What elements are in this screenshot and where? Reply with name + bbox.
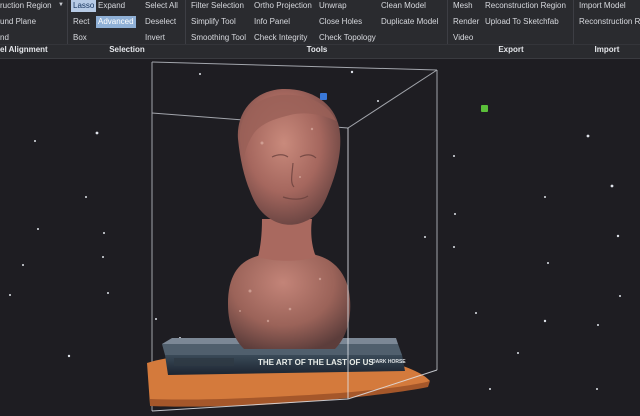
book-publisher-text: DARK HORSE — [372, 359, 406, 365]
group-export: Mesh Render Video Reconstruction Region … — [448, 0, 574, 58]
group-label-selection: Selection — [109, 45, 145, 54]
simplify-tool-button[interactable]: Simplify Tool — [191, 16, 236, 28]
group-label-export: Export — [498, 45, 524, 54]
group-label-tools: Tools — [306, 45, 328, 54]
rect-button[interactable]: Rect — [73, 16, 89, 28]
invert-button[interactable]: Invert — [145, 32, 165, 44]
reconstruction-region-button[interactable]: ruction Region — [0, 0, 52, 12]
scene-svg: THE ART OF THE LAST OF US DARK HORSE — [9, 61, 621, 412]
close-holes-button[interactable]: Close Holes — [319, 16, 362, 28]
filter-selection-button[interactable]: Filter Selection — [191, 0, 244, 12]
alignment-item-button[interactable]: nd — [0, 32, 9, 44]
lasso-button[interactable]: Lasso — [71, 0, 97, 12]
advanced-button[interactable]: Advanced — [96, 16, 136, 28]
group-tools: Filter Selection Simplify Tool Smoothing… — [186, 0, 448, 58]
group-label-alignment: el Alignment — [0, 45, 48, 54]
info-panel-button[interactable]: Info Panel — [254, 16, 290, 28]
group-import: Import Model Reconstruction R Import — [574, 0, 640, 58]
duplicate-model-button[interactable]: Duplicate Model — [381, 16, 438, 28]
unwrap-button[interactable]: Unwrap — [319, 0, 347, 12]
export-render-button[interactable]: Render — [453, 16, 479, 28]
export-video-button[interactable]: Video — [453, 32, 473, 44]
check-topology-button[interactable]: Check Topology — [319, 32, 376, 44]
book-title-text: THE ART OF THE LAST OF US — [258, 358, 374, 367]
group-label-import: Import — [594, 45, 620, 54]
upload-sketchfab-button[interactable]: Upload To Sketchfab — [485, 16, 559, 28]
region-handle-icon[interactable] — [320, 93, 327, 100]
group-model-alignment: ruction Region ▼ und Plane nd el Alignme… — [0, 0, 68, 58]
select-all-button[interactable]: Select All — [145, 0, 178, 12]
bust-neck — [258, 219, 316, 261]
import-model-button[interactable]: Import Model — [579, 0, 626, 12]
smoothing-tool-button[interactable]: Smoothing Tool — [191, 32, 246, 44]
export-mesh-button[interactable]: Mesh — [453, 0, 473, 12]
box-button[interactable]: Box — [73, 32, 87, 44]
ortho-projection-button[interactable]: Ortho Projection — [254, 0, 312, 12]
pivot-marker-icon[interactable] — [481, 105, 488, 112]
bust-torso — [228, 247, 351, 349]
group-selection: Lasso Rect Box Expand Advanced Select Al… — [68, 0, 186, 58]
import-reconstruction-region-button[interactable]: Reconstruction R — [579, 16, 640, 28]
3d-viewport[interactable]: THE ART OF THE LAST OF US DARK HORSE — [0, 59, 640, 416]
deselect-button[interactable]: Deselect — [145, 16, 176, 28]
check-integrity-button[interactable]: Check Integrity — [254, 32, 307, 44]
export-reconstruction-region-button[interactable]: Reconstruction Region — [485, 0, 566, 12]
chevron-down-icon[interactable]: ▼ — [58, 2, 64, 8]
expand-button[interactable]: Expand — [98, 0, 125, 12]
clean-model-button[interactable]: Clean Model — [381, 0, 426, 12]
ground-plane-button[interactable]: und Plane — [0, 16, 36, 28]
app-window: ruction Region ▼ und Plane nd el Alignme… — [0, 0, 640, 416]
ribbon-toolbar: ruction Region ▼ und Plane nd el Alignme… — [0, 0, 640, 59]
